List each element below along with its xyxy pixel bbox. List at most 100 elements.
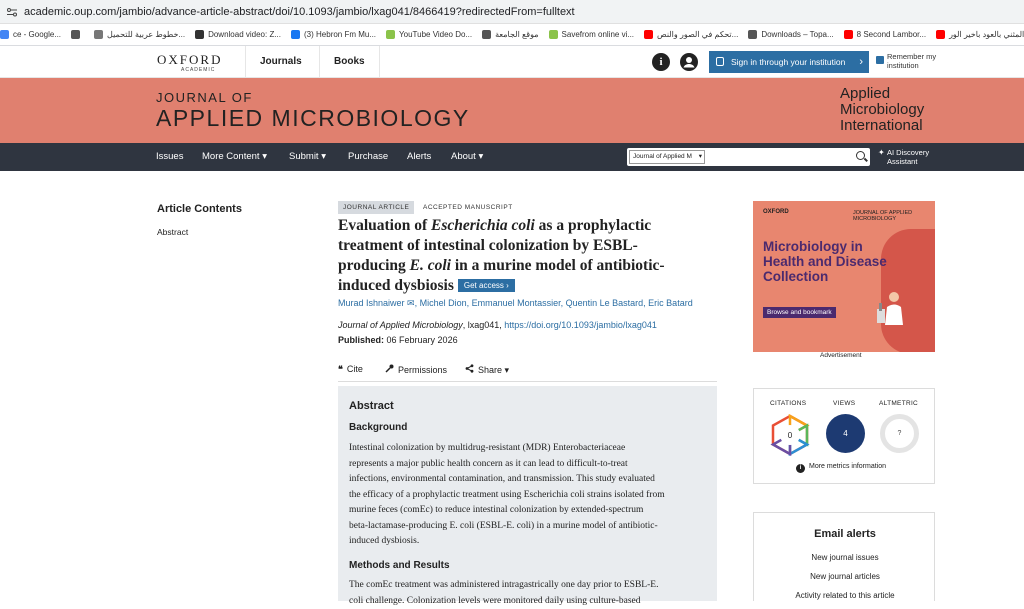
views-label: VIEWS	[833, 400, 855, 407]
bookmark-item[interactable]: 8 Second Lambor...	[844, 30, 926, 39]
bookmark-label: 8 Second Lambor...	[857, 30, 926, 39]
bookmark-item[interactable]: Downloads – Topa...	[748, 30, 833, 39]
ai-label-2: Assistant	[887, 157, 929, 166]
ai-discovery-assistant[interactable]: ✦ AI Discovery Assistant	[887, 148, 929, 166]
quote-icon: ❝	[338, 364, 343, 374]
background-heading: Background	[349, 422, 407, 433]
author-list[interactable]: Murad Ishnaiwer ✉, Michel Dion, Emmanuel…	[338, 298, 693, 309]
info-icon[interactable]: i	[652, 53, 670, 71]
advertisement-banner[interactable]: OXFORD JOURNAL OF APPLIED MICROBIOLOGY M…	[753, 201, 935, 352]
tab-journals[interactable]: Journals	[245, 46, 316, 78]
key-icon	[385, 365, 394, 375]
email-alerts-heading: Email alerts	[754, 528, 936, 540]
get-access-button[interactable]: Get access ›	[458, 279, 515, 292]
divider	[338, 381, 717, 382]
bookmark-label: موقع الجامعة	[495, 30, 538, 39]
doi-link[interactable]: https://doi.org/10.1093/jambio/lxag041	[504, 320, 657, 330]
journal-title-line2[interactable]: APPLIED MICROBIOLOGY	[156, 105, 470, 132]
bookmark-label: (3) Hebron Fm Mu...	[304, 30, 376, 39]
remember-label: Remember my institution	[876, 52, 946, 70]
search-scope-select[interactable]: Journal of Applied M▾	[629, 150, 705, 164]
contents-item-abstract[interactable]: Abstract	[157, 227, 188, 237]
sparkle-icon: ✦	[878, 148, 885, 157]
lock-icon	[716, 57, 724, 66]
abstract-heading: Abstract	[349, 400, 394, 412]
bookmark-favicon-icon	[386, 30, 395, 39]
methods-heading: Methods and Results	[349, 560, 450, 571]
bookmark-label: YouTube Video Do...	[399, 30, 472, 39]
site-info-icon[interactable]	[6, 6, 18, 18]
remember-institution-checkbox[interactable]: Remember my institution	[876, 52, 946, 70]
bookmark-favicon-icon	[94, 30, 103, 39]
journal-banner: JOURNAL OF APPLIED MICROBIOLOGY Applied …	[0, 78, 1024, 143]
tab-books[interactable]: Books	[319, 46, 380, 78]
more-metrics-link[interactable]: iMore metrics information	[796, 463, 886, 473]
ad-publisher: OXFORD	[763, 209, 789, 215]
views-count: 4	[843, 429, 847, 438]
chevron-right-icon: ›	[859, 51, 863, 73]
bookmark-item[interactable]: Savefrom online vi...	[549, 30, 634, 39]
scientist-illustration	[875, 287, 905, 327]
views-badge[interactable]: 4	[826, 414, 865, 453]
nav-submit[interactable]: Submit ▾	[289, 143, 326, 171]
nav-purchase[interactable]: Purchase	[348, 143, 388, 171]
dimensions-badge[interactable]: 0	[769, 414, 811, 456]
bookmark-label: خطوط عربية للتحميل...	[107, 30, 185, 39]
bookmark-label: Savefrom online vi...	[562, 30, 634, 39]
background-line: the efficacy of a prophylactic treatment…	[349, 488, 706, 504]
bookmark-item[interactable]: خطوط عربية للتحميل...	[94, 30, 185, 39]
bookmark-item[interactable]: YouTube Video Do...	[386, 30, 472, 39]
bookmark-item[interactable]: تحكم في الصور والنص...	[644, 30, 738, 39]
bookmark-item[interactable]: موقع الجامعة	[482, 30, 538, 39]
article-contents-heading: Article Contents	[157, 203, 242, 215]
cite-button[interactable]: ❝Cite	[338, 364, 363, 375]
citations-count: 0	[788, 431, 793, 440]
ad-journal: JOURNAL OF APPLIED MICROBIOLOGY	[853, 210, 935, 222]
published-line: Published: 06 February 2026	[338, 335, 458, 345]
methods-line: coli challenge. Colonization levels were…	[349, 594, 706, 609]
background-line: infections, environmental contamination,…	[349, 472, 706, 488]
background-line: represents a major public health concern…	[349, 457, 706, 473]
oxford-logo[interactable]: OXFORD	[157, 52, 222, 68]
bookmark-item[interactable]: ce - Google...	[0, 30, 61, 39]
checkbox-checked-icon[interactable]	[876, 56, 884, 64]
bookmark-item[interactable]: (3) Hebron Fm Mu...	[291, 30, 376, 39]
nav-alerts[interactable]: Alerts	[407, 143, 431, 171]
altmetric-badge[interactable]: ?	[880, 414, 919, 453]
academic-logo-sub: ACADEMIC	[181, 67, 215, 73]
bookmark-favicon-icon	[195, 30, 204, 39]
nav-about[interactable]: About ▾	[451, 143, 483, 171]
alert-new-issues-link[interactable]: New journal issues	[754, 553, 936, 562]
citation-line: Journal of Applied Microbiology, lxag041…	[338, 320, 657, 330]
article-title: Evaluation of Escherichia coli as a prop…	[338, 216, 688, 296]
account-icon[interactable]	[680, 53, 698, 71]
article-type-badge: JOURNAL ARTICLE	[338, 201, 414, 214]
alert-new-articles-link[interactable]: New journal articles	[754, 572, 936, 581]
share-button[interactable]: Share ▾	[465, 364, 509, 376]
main-navigation: Issues More Content ▾ Submit ▾ Purchase …	[0, 143, 1024, 171]
url-text[interactable]: academic.oup.com/jambio/advance-article-…	[24, 6, 575, 18]
bookmark-item[interactable]	[71, 30, 84, 39]
ami-logo-line3: International	[840, 118, 924, 134]
ad-browse-button[interactable]: Browse and bookmark	[763, 307, 836, 318]
journal-title-line1[interactable]: JOURNAL OF	[156, 90, 253, 105]
bookmark-item[interactable]: Download video: Z...	[195, 30, 281, 39]
bookmark-item[interactable]: المثني بالعود باخير الور...	[936, 30, 1024, 39]
bookmark-favicon-icon	[644, 30, 653, 39]
ad-headline: Microbiology in Health and Disease Colle…	[763, 239, 893, 284]
background-line: beta-lactamase-producing E. coli (ESBL-E…	[349, 519, 706, 535]
bookmark-label: المثني بالعود باخير الور...	[949, 30, 1024, 39]
alert-article-activity-link[interactable]: Activity related to this article	[754, 591, 936, 600]
methods-line: The comEc treatment was administered int…	[349, 578, 706, 594]
manuscript-status: ACCEPTED MANUSCRIPT	[423, 204, 513, 211]
ami-logo[interactable]: Applied Microbiology International	[840, 86, 924, 134]
top-navigation: OXFORD ACADEMIC Journals Books i Sign in…	[0, 46, 1024, 78]
bookmark-favicon-icon	[748, 30, 757, 39]
ai-label-1: AI Discovery	[887, 148, 929, 157]
nav-more-content[interactable]: More Content ▾	[202, 143, 267, 171]
search-icon[interactable]	[856, 151, 865, 160]
browser-url-bar[interactable]: academic.oup.com/jambio/advance-article-…	[0, 0, 1024, 24]
permissions-button[interactable]: Permissions	[385, 364, 447, 375]
signin-institution-button[interactable]: Sign in through your institution ›	[709, 51, 869, 73]
nav-issues[interactable]: Issues	[156, 143, 183, 171]
